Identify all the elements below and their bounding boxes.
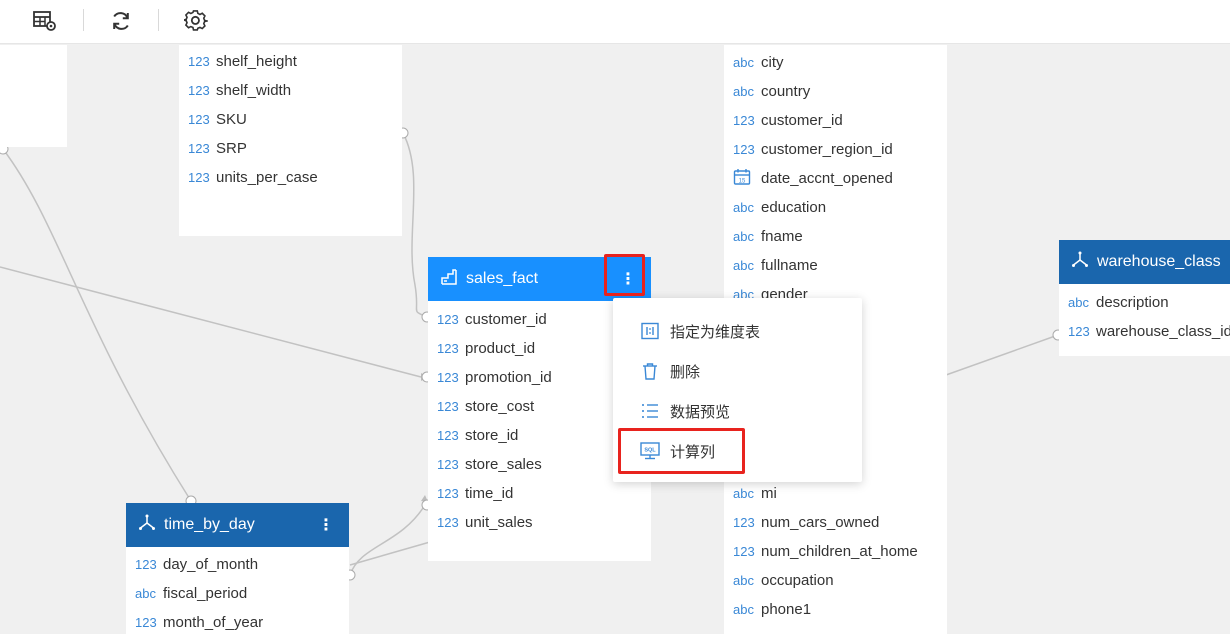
field-row[interactable]: 123 num_children_at_home: [724, 537, 947, 566]
table-header[interactable]: time_by_day ⋮: [126, 503, 349, 547]
field-row[interactable]: 123 month_of_year: [126, 608, 349, 634]
field-row[interactable]: 123 SRP: [179, 134, 402, 163]
field-row[interactable]: 123 customer_id: [724, 106, 947, 135]
field-row[interactable]: abc fullname: [724, 251, 947, 280]
table-title: warehouse_class: [1097, 253, 1221, 270]
field-row[interactable]: abc phone1: [724, 595, 947, 624]
field-row[interactable]: abc description: [1059, 288, 1230, 317]
dimension-table-icon: [640, 321, 660, 341]
calendar-icon: 15: [733, 168, 756, 189]
table-title: sales_fact: [466, 270, 539, 287]
table-title: time_by_day: [164, 516, 255, 533]
table-card-left-partial[interactable]: [0, 45, 67, 147]
menu-item-delete[interactable]: 删除: [613, 351, 862, 391]
field-row[interactable]: 123 shelf_width: [179, 76, 402, 105]
table-card-time-by-day[interactable]: time_by_day ⋮ 123 day_of_month abc fiscal_…: [126, 503, 349, 634]
menu-item-data-preview[interactable]: 数据预览: [613, 391, 862, 431]
settings-icon[interactable]: [179, 6, 213, 36]
table-settings-icon[interactable]: [28, 6, 62, 36]
field-row[interactable]: abc city: [724, 48, 947, 77]
svg-text:SQL: SQL: [644, 448, 656, 454]
field-row[interactable]: 123 unit_sales: [428, 508, 651, 537]
field-row[interactable]: 123 shelf_height: [179, 47, 402, 76]
field-row[interactable]: abc country: [724, 77, 947, 106]
fact-table-icon: [440, 268, 458, 291]
field-row[interactable]: 15 date_accnt_opened: [724, 164, 947, 193]
model-canvas[interactable]: 123 shelf_height 123 shelf_width 123 SKU 12…: [0, 45, 1230, 634]
toolbar-divider: [158, 9, 159, 31]
field-row[interactable]: 123 SKU: [179, 105, 402, 134]
field-row[interactable]: abc fname: [724, 222, 947, 251]
dimension-table-icon: [138, 514, 156, 537]
dimension-table-icon: [1071, 251, 1089, 274]
refresh-icon[interactable]: [104, 6, 138, 36]
field-row[interactable]: abc fiscal_period: [126, 579, 349, 608]
field-row[interactable]: 123 time_id: [428, 479, 651, 508]
menu-item-calculated-column[interactable]: SQL 计算列: [613, 431, 862, 471]
more-options-button[interactable]: ⋮: [315, 515, 337, 535]
field-row[interactable]: 123 customer_region_id: [724, 135, 947, 164]
toolbar: [0, 0, 1230, 44]
context-menu: 指定为维度表 删除 数据预览 SQL 计算列: [613, 298, 862, 482]
menu-item-set-dimension[interactable]: 指定为维度表: [613, 311, 862, 351]
field-row[interactable]: abc education: [724, 193, 947, 222]
trash-icon: [640, 361, 660, 381]
field-row[interactable]: 123 units_per_case: [179, 163, 402, 192]
table-header[interactable]: sales_fact ⋮: [428, 257, 651, 301]
more-options-button[interactable]: ⋮: [617, 269, 639, 289]
field-row[interactable]: abc mi: [724, 479, 947, 508]
sql-monitor-icon: SQL: [640, 441, 660, 461]
field-row[interactable]: 123 day_of_month: [126, 550, 349, 579]
table-header[interactable]: warehouse_class: [1059, 240, 1230, 284]
table-card-warehouse-class[interactable]: warehouse_class abc description 123 wareho…: [1059, 240, 1230, 356]
list-preview-icon: [640, 401, 660, 421]
toolbar-divider: [83, 9, 84, 31]
field-row[interactable]: 123 warehouse_class_id: [1059, 317, 1230, 346]
field-row[interactable]: 123 num_cars_owned: [724, 508, 947, 537]
field-row[interactable]: abc occupation: [724, 566, 947, 595]
table-card-product[interactable]: 123 shelf_height 123 shelf_width 123 SKU 12…: [179, 45, 402, 236]
svg-text:15: 15: [739, 179, 746, 185]
